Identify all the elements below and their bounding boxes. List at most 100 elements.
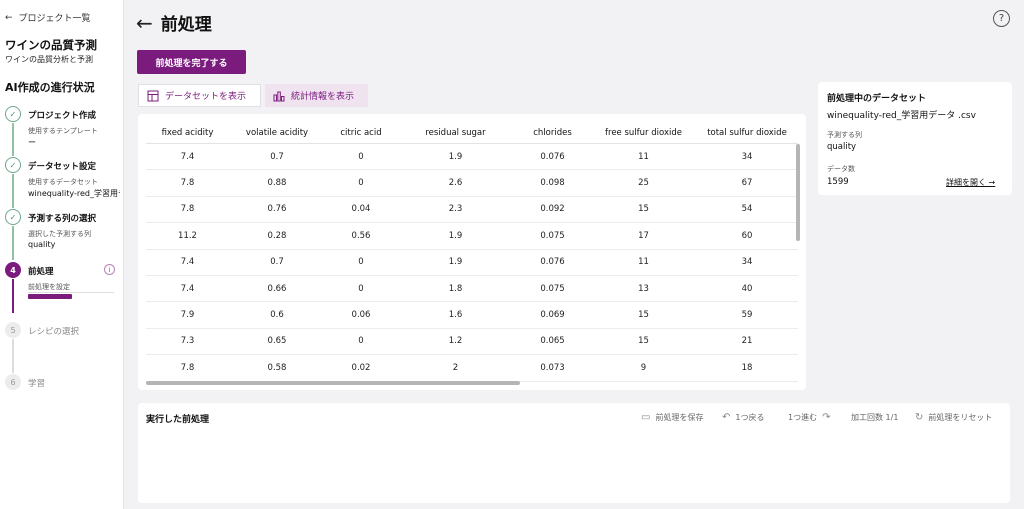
table-cell: 11.2 [178, 230, 197, 241]
table-cell: 0.28 [267, 230, 287, 241]
edit-count-label: 加工回数 1/1 [851, 413, 899, 422]
table-cell: 1.6 [448, 310, 463, 321]
table-cell: 0 [358, 151, 364, 162]
reset-preprocessing-button[interactable]: ↻ 前処理をリセット [915, 412, 992, 423]
step-label-target-column[interactable]: 予測する列の選択 [28, 212, 96, 224]
step-label-project-creation[interactable]: プロジェクト作成 [28, 109, 96, 121]
table-row: 7.3 0.65 0 1.2 0.065 15 21 [146, 329, 798, 356]
back-arrow-icon[interactable]: ← [136, 13, 153, 33]
progress-title: AI作成の進行状況 [5, 81, 95, 94]
column-header: total sulfur dioxide [707, 127, 787, 138]
column-header: citric acid [340, 127, 382, 138]
back-to-projects-link[interactable]: ← プロジェクト一覧 [5, 11, 91, 25]
tab-show-dataset-label: データセットを表示 [165, 92, 247, 102]
table-cell: 13 [638, 283, 649, 294]
open-details-link[interactable]: 詳細を開く → [946, 177, 995, 188]
table-cell: 59 [741, 310, 753, 321]
table-cell: 0.88 [267, 178, 287, 189]
edit-count: 加工回数 1/1 [851, 412, 898, 423]
tab-show-statistics[interactable]: 統計情報を表示 [265, 84, 368, 107]
table-cell: 0.6 [270, 310, 284, 321]
table-row: 11.2 0.28 0.56 1.9 0.075 17 60 [146, 223, 798, 250]
table-cell: 7.3 [180, 336, 195, 347]
tab-show-dataset[interactable]: データセットを表示 [138, 84, 261, 107]
table-cell: 40 [741, 283, 753, 294]
arrow-right-icon: → [988, 178, 996, 187]
data-table: fixed acidity volatile acidity citric ac… [146, 122, 798, 382]
table-cell: 7.4 [180, 151, 195, 162]
table-cell: 60 [741, 230, 753, 241]
step-number-4: 4 [5, 262, 21, 278]
table-cell: 11 [638, 257, 649, 268]
save-icon: ▭ [641, 412, 651, 423]
redo-button[interactable]: 1つ進む ↷ [788, 412, 830, 423]
table-cell: 25 [638, 178, 649, 189]
undo-icon: ↶ [722, 412, 731, 423]
data-count-value: 1599 [827, 177, 849, 187]
step-label-preprocessing[interactable]: 前処理 [28, 265, 54, 277]
target-column-value: quality [827, 142, 857, 152]
finish-preprocessing-button[interactable]: 前処理を完了する [137, 50, 246, 74]
column-header: chlorides [533, 127, 572, 138]
table-cell: 1.2 [448, 336, 463, 347]
undo-button[interactable]: ↶ 1つ戻る [722, 412, 764, 423]
table-cell: 15 [638, 310, 649, 321]
table-row: 7.4 0.7 0 1.9 0.076 11 34 [146, 250, 798, 276]
column-header: residual sugar [425, 127, 486, 138]
step-value-target-column: quality [28, 240, 56, 249]
table-cell: 11 [638, 151, 649, 162]
table-cell: 7.8 [180, 204, 195, 215]
table-cell: 0.56 [351, 230, 371, 241]
table-icon [147, 90, 159, 101]
help-icon[interactable]: ? [993, 10, 1010, 27]
table-cell: 0.075 [540, 283, 565, 294]
step-label-dataset-setting[interactable]: データセット設定 [28, 160, 96, 172]
step-value-dataset: winequality-red_学習用データ.csv [28, 189, 120, 198]
step-value-template: ー [28, 138, 36, 147]
table-cell: 2.3 [448, 204, 463, 215]
step-number-6: 6 [5, 374, 21, 390]
table-cell: 0.073 [540, 362, 565, 373]
step-connector [12, 226, 14, 260]
table-cell: 0.66 [267, 283, 287, 294]
table-cell: 0.076 [540, 151, 565, 162]
info-icon[interactable]: i [104, 264, 115, 275]
table-cell: 21 [741, 336, 753, 347]
check-icon: ✓ [5, 209, 21, 225]
table-cell: 1.9 [448, 230, 463, 241]
dataset-card-heading: 前処理中のデータセット [827, 94, 927, 104]
table-cell: 15 [638, 336, 649, 347]
page-title: 前処理 [160, 15, 212, 35]
table-cell: 9 [640, 362, 647, 373]
step-progress-track [28, 292, 114, 293]
project-subtitle: ワインの品質分析と予測 [5, 55, 93, 64]
table-cell: 15 [638, 204, 649, 215]
table-row: 7.4 0.7 0 1.9 0.076 11 34 [146, 144, 798, 171]
step-sub-preprocessing: 前処理を設定 [28, 283, 70, 291]
check-icon: ✓ [5, 106, 21, 122]
table-cell: 2 [452, 362, 459, 373]
horizontal-scrollbar[interactable] [146, 381, 520, 385]
table-cell: 0.7 [270, 257, 284, 268]
data-table-card: fixed acidity volatile acidity citric ac… [138, 114, 806, 390]
table-cell: 0.075 [540, 230, 565, 241]
table-cell: 0.02 [351, 362, 371, 373]
column-header: volatile acidity [245, 127, 309, 138]
table-row: 7.8 0.76 0.04 2.3 0.092 15 54 [146, 197, 798, 224]
table-cell: 0.65 [267, 336, 287, 347]
step-connector [12, 174, 14, 208]
table-cell: 34 [741, 151, 753, 162]
step-connector [12, 279, 14, 313]
table-cell: 54 [741, 204, 753, 215]
tab-show-statistics-label: 統計情報を表示 [291, 92, 355, 102]
vertical-scrollbar[interactable] [796, 144, 800, 241]
save-preprocessing-button[interactable]: ▭ 前処理を保存 [641, 412, 703, 423]
undo-label: 1つ戻る [735, 413, 765, 422]
step-sub-target-column: 選択した予測する列 [28, 230, 91, 238]
table-cell: 0 [358, 336, 364, 347]
step-label-training: 学習 [28, 379, 46, 389]
step-number-5: 5 [5, 322, 21, 338]
step-connector [12, 339, 14, 373]
step-progress-bar [28, 294, 72, 299]
table-body: 7.4 0.7 0 1.9 0.076 11 34 7.8 0.88 0 2.6 0.098 25 67 7… [146, 144, 798, 382]
